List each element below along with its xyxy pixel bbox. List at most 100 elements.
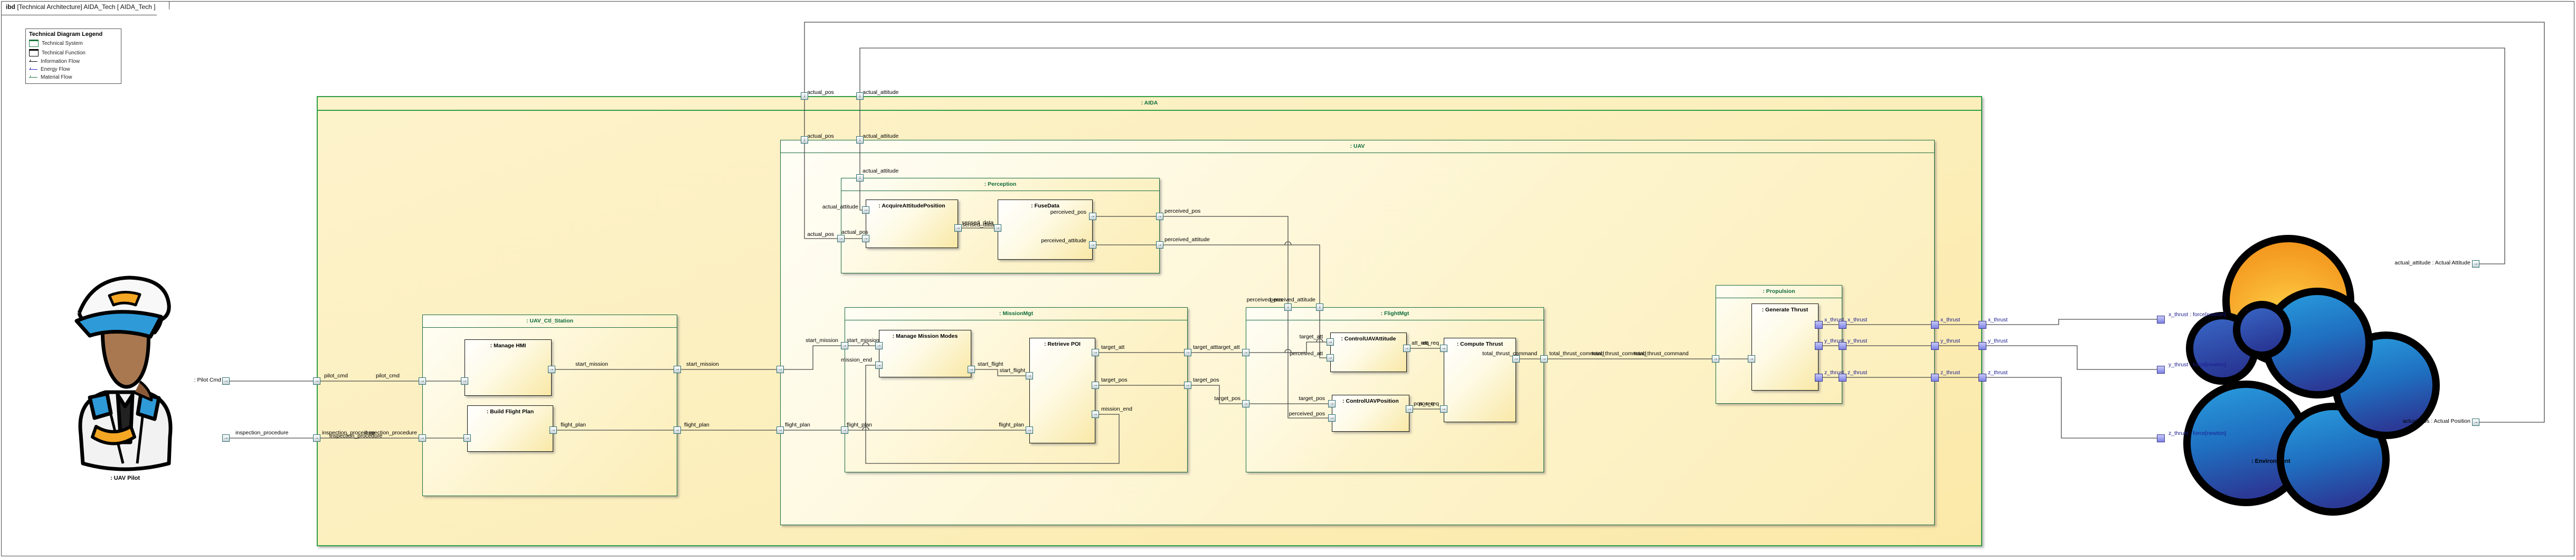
pilot-cmd-aida-port[interactable]: → [313,377,320,385]
x-thrust-uav-out[interactable] [1930,320,1939,329]
actual-pos-acquire-in[interactable]: → [862,235,869,242]
y-thrust-env-in[interactable] [2156,365,2165,374]
actual-pos-perception-port[interactable]: → [837,235,845,242]
sensed-data-acquire-out[interactable]: → [954,224,962,232]
total-thrust-propulsion-in[interactable]: → [1712,355,1719,363]
y-thrust-aida-out[interactable] [1978,341,1986,350]
flow-label: total_thrust_command [1482,350,1537,357]
x-thrust-gt-out[interactable] [1814,320,1823,329]
total-thrust-flightmgt-out[interactable]: → [1540,355,1548,363]
flow-label: actual_attitude : Actual Attitude [2394,260,2470,266]
uav-pilot-actor[interactable] [61,268,190,474]
target-att-rpoi-out[interactable]: → [1092,349,1099,356]
flow-label: start_mission [686,361,719,367]
y-thrust-propulsion-out[interactable] [1838,341,1846,350]
start-flight-rpoi-in[interactable]: → [1026,372,1033,379]
mission-end-flow[interactable] [865,365,1120,464]
start-mission-missionmgt-port[interactable]: → [841,342,848,349]
start-mission-hmi-out[interactable]: → [548,366,555,373]
actual-attitude-env-out[interactable]: → [2472,260,2479,268]
flow-label: perceived_att [1289,350,1323,357]
sensed-data-fuse-in[interactable]: → [994,224,1001,232]
target-att-flightmgt-in[interactable]: → [1242,349,1249,356]
perceived-attitude-flightmgt-top[interactable]: ↓ [1316,303,1323,311]
y-thrust-gt-out[interactable] [1814,341,1823,350]
perceived-pos-perception-port[interactable]: → [1156,213,1163,220]
target-pos-rpoi-out[interactable]: → [1092,382,1099,389]
flow-label: target_pos [1193,377,1219,383]
x-thrust-env-in[interactable] [2156,315,2165,324]
target-pos-ctrlpos-in[interactable]: → [1328,400,1336,407]
total-thrust-gt-in[interactable]: → [1748,355,1755,363]
z-thrust-propulsion-out[interactable] [1838,373,1846,382]
perceived-attitude-fuse-out[interactable]: → [1089,241,1096,249]
pilot-cmd-station-port[interactable]: → [419,377,426,385]
flow-label: perceived_pos [1289,411,1325,417]
z-thrust-env-in[interactable] [2156,434,2165,442]
target-att-missionmgt-out[interactable]: → [1184,349,1191,356]
inspection-actor-port[interactable]: → [222,434,230,442]
pilot-cmd-hmi-port[interactable]: → [461,377,468,385]
actual-attitude-aida-top[interactable]: ↓ [856,92,864,100]
target-pos-flow[interactable] [1095,385,1332,404]
pos-req-ctrlpos-out[interactable]: → [1406,405,1413,413]
flow-label: target_atttarget_att [1193,344,1240,350]
target-pos-missionmgt-out[interactable]: → [1184,382,1191,389]
flow-label: inspection_procedure [235,430,289,436]
x-thrust-aida-out[interactable] [1978,320,1986,329]
flow-label: actual_attitude [822,204,858,210]
perceived-attitude-perception-port[interactable]: → [1156,241,1163,249]
perceived-pos-fuse-out[interactable]: → [1089,213,1096,220]
flow-label: pos_req [1419,401,1439,407]
y-thrust-flow[interactable] [1819,345,2161,370]
pilot-cmd-actor-port[interactable]: → [222,377,230,385]
target-att-ctrlatt-in[interactable]: → [1327,338,1334,346]
flow-label: y_thrust [1988,338,2008,344]
inspection-station-port[interactable]: → [419,434,426,442]
total-thrust-compute-out[interactable]: → [1512,355,1520,363]
flow-label: flight_plan [561,422,586,428]
actual-attitude-uav-top[interactable]: ↓ [856,136,864,144]
actual-attitude-acquire-in[interactable]: → [862,206,869,214]
mission-end-rpoi-out[interactable]: → [1092,411,1099,418]
inspection-bfp-in[interactable]: → [463,434,471,442]
flow-label: x_thrust [1988,317,2008,323]
y-thrust-uav-out[interactable] [1930,341,1939,350]
target-pos-flightmgt-in[interactable]: → [1242,400,1249,407]
inspection-aida-port[interactable]: → [313,434,320,442]
pos-req-compute-in[interactable]: → [1440,405,1447,413]
actual-attitude-perception-top[interactable]: ↓ [856,174,864,182]
perceived-pos-flow[interactable] [1093,216,1332,419]
actual-pos-uav-top[interactable]: ↓ [801,136,808,144]
perceived-att-ctrlatt-in[interactable]: → [1327,354,1334,362]
x-thrust-propulsion-out[interactable] [1838,320,1846,329]
att-req-compute-in[interactable]: → [1440,345,1447,352]
actual-pos-aida-top[interactable]: ↓ [801,92,808,100]
flow-label: att_req [1422,340,1439,346]
flow-label: flight_plan [847,422,872,428]
start-mission-station-port[interactable]: → [674,366,681,373]
perceived-pos-ctrlpos-in[interactable]: → [1328,414,1336,422]
flight-plan-uav-port[interactable]: → [776,426,784,434]
flow-label: perceived_pos [1050,209,1086,215]
z-thrust-aida-out[interactable] [1978,373,1986,382]
actual-pos-env-out[interactable]: → [2472,419,2479,426]
flight-plan-missionmgt-port[interactable]: → [841,426,848,434]
flight-plan-rpoi-in[interactable]: → [1026,426,1033,434]
z-thrust-gt-out[interactable] [1814,373,1823,382]
z-thrust-uav-out[interactable] [1930,373,1939,382]
flow-label: y_thrust : force[newton] [2168,362,2227,368]
flow-label: target_pos [1299,395,1325,402]
att-req-ctrlatt-out[interactable]: → [1403,345,1410,352]
start-mission-mmm-in[interactable]: → [875,342,883,349]
start-flight-mmm-out[interactable]: → [968,366,975,373]
flow-label: flight_plan [684,422,709,428]
flow-label: actual_attitude [863,89,899,96]
z-thrust-flow[interactable] [1819,377,2161,439]
start-mission-uav-port[interactable]: → [776,366,784,373]
flow-label: target_pos [1214,395,1240,402]
flight-plan-bfp-out[interactable]: → [550,426,557,434]
perceived-pos-flightmgt-top[interactable]: ↓ [1284,303,1292,311]
flight-plan-station-port[interactable]: → [674,426,681,434]
mission-end-mmm-in[interactable]: → [875,362,883,369]
